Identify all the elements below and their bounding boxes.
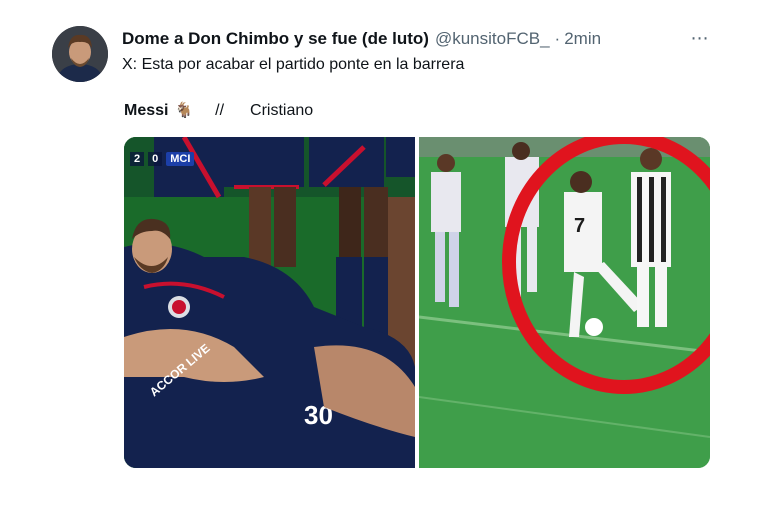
tweet-card[interactable]: Dome a Don Chimbo y se fue (de luto) @ku… — [0, 0, 768, 512]
meme-caption: Messi 🐐 // Cristiano — [124, 100, 313, 122]
scoreboard: 2 0 MCI — [130, 151, 195, 167]
score-away: 0 — [148, 152, 163, 166]
cristiano-photo[interactable]: 7 — [419, 137, 710, 468]
score-home: 2 — [130, 152, 145, 166]
display-name[interactable]: Dome a Don Chimbo y se fue (de luto) — [122, 28, 429, 50]
goat-emoji: 🐐 — [174, 102, 194, 119]
jersey-number-7: 7 — [574, 215, 585, 237]
timestamp[interactable]: 2min — [564, 28, 601, 50]
caption-separator: // — [215, 102, 225, 119]
avatar[interactable] — [52, 26, 108, 82]
caption-left-label: Messi — [124, 102, 169, 119]
messi-photo[interactable]: 30 ACCOR LIVE 2 0 MCI — [124, 137, 415, 468]
user-handle[interactable]: @kunsitoFCB_ — [435, 28, 550, 50]
separator-dot: · — [554, 29, 561, 48]
tweet-header: Dome a Don Chimbo y se fue (de luto) @ku… — [122, 28, 601, 50]
tweet-media[interactable]: 30 ACCOR LIVE 2 0 MCI 7 — [124, 137, 710, 468]
scoreboard-team: MCI — [166, 152, 195, 166]
cristiano-photo-illustration: 7 — [419, 137, 710, 468]
tweet-text: X: Esta por acabar el partido ponte en l… — [122, 56, 465, 73]
more-options-icon[interactable]: ⋯ — [686, 28, 714, 48]
messi-photo-illustration: 30 ACCOR LIVE — [124, 137, 415, 468]
caption-right-label: Cristiano — [250, 102, 314, 119]
